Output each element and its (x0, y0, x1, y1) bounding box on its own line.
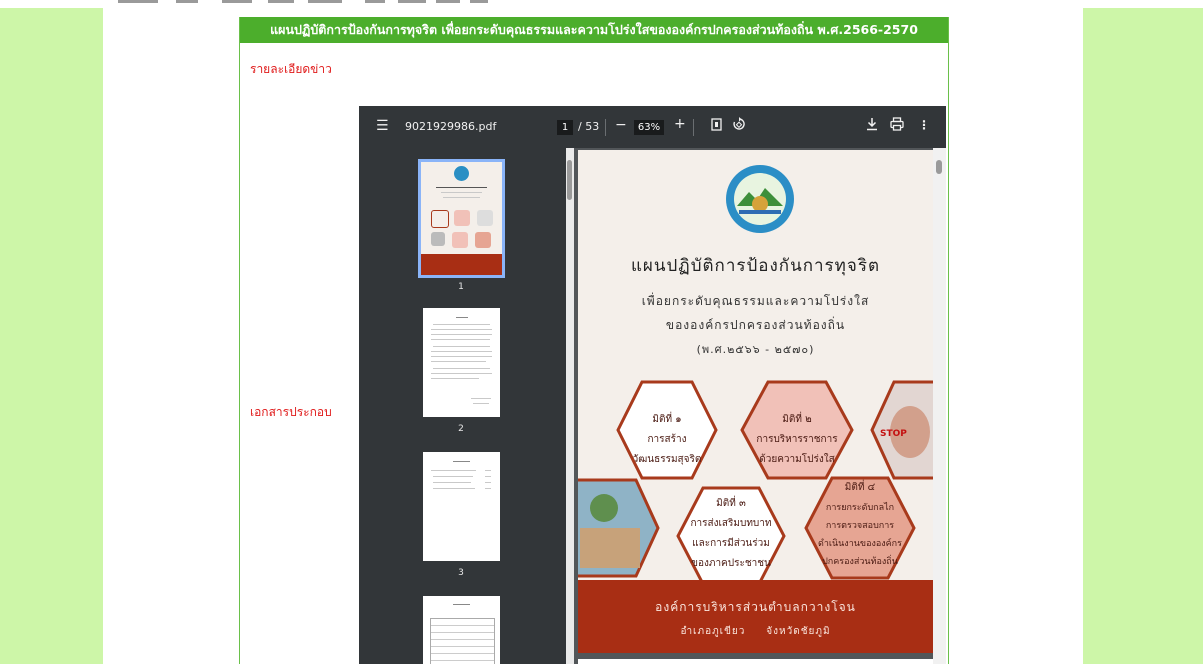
sidebar-scrollbar-thumb[interactable] (567, 160, 572, 200)
zoom-level[interactable]: 63% (634, 120, 664, 135)
thumbnail-number: 3 (458, 568, 464, 578)
doc-subtitle-2: ขององค์กรปกครองส่วนท้องถิ่น (665, 318, 846, 332)
top-strip (0, 0, 1203, 8)
dimension-1-line-1: การสร้าง (647, 434, 687, 445)
fit-page-icon[interactable] (711, 118, 722, 134)
dimension-1-line-2: วัฒนธรรมสุจริต (632, 454, 702, 465)
stop-corruption-image: STOP (870, 380, 933, 480)
document-scrollbar[interactable] (933, 148, 946, 664)
doc-subtitle-1: เพื่อยกระดับคุณธรรมและความโปร่งใส (641, 294, 870, 308)
dimension-4-line-3: ดำเนินงานขององค์กร (818, 539, 902, 549)
stop-text: STOP (880, 429, 907, 439)
doc-footer: องค์การบริหารส่วนตำบลกวางโจน อำเภอภูเขีย… (578, 580, 933, 653)
doc-title: แผนปฏิบัติการป้องกันการทุจริต (630, 256, 881, 276)
dimension-3-line-3: ของภาคประชาชน (691, 558, 771, 569)
doc-years: (พ.ศ.๒๕๖๖ - ๒๕๗๐) (696, 343, 815, 356)
dimension-3-line-2: และการมีส่วนร่วม (692, 538, 770, 549)
panel-title: แผนปฏิบัติการป้องกันการทุจริต เพื่อยกระด… (240, 17, 948, 43)
page-thumbnail[interactable] (418, 159, 505, 278)
org-name: องค์การบริหารส่วนตำบลกวางโจน (655, 600, 856, 614)
page-thumbnail[interactable] (423, 452, 500, 561)
pdf-toolbar: ☰ 9021929986.pdf 1 / 53 − 63% + ⋮ (359, 106, 946, 148)
sidebar-scrollbar[interactable] (566, 148, 574, 664)
page-number-input[interactable]: 1 (557, 120, 573, 135)
dimension-4-line-1: การยกระดับกลไก (825, 503, 895, 513)
more-icon[interactable]: ⋮ (918, 118, 930, 132)
attachment-label: เอกสารประกอบ (250, 405, 332, 419)
zoom-in-icon[interactable]: + (674, 116, 686, 132)
news-detail-label: รายละเอียดข่าว (250, 62, 332, 76)
dimension-2-line-2: ด้วยความโปร่งใส (759, 454, 835, 465)
page-thumbnail[interactable] (423, 596, 500, 664)
dimension-4-line-4: ปกครองส่วนท้องถิ่น (822, 557, 898, 567)
zoom-out-icon[interactable]: − (615, 117, 627, 133)
pdf-filename: 9021929986.pdf (405, 120, 497, 133)
org-seal-logo (725, 164, 795, 234)
print-icon[interactable] (890, 117, 904, 134)
dimension-3-title: มิติที่ ๓ (716, 498, 746, 509)
org-location: อำเภอภูเขียว จังหวัดชัยภูมิ (680, 626, 831, 637)
dimension-2-line-1: การบริหารราชการ (756, 434, 838, 445)
dimension-1-title: มิติที่ ๑ (652, 414, 682, 425)
download-icon[interactable] (866, 117, 878, 134)
dimension-4-title: มิติที่ ๔ (844, 482, 876, 493)
document-page-2 (578, 659, 933, 664)
thumbnail-number: 2 (458, 424, 464, 434)
rotate-icon[interactable] (732, 117, 746, 134)
thumbnail-number: 1 (458, 282, 464, 292)
document-page: แผนปฏิบัติการป้องกันการทุจริต เพื่อยกระด… (578, 150, 933, 653)
community-photo (578, 478, 660, 578)
dimension-2-title: มิติที่ ๒ (782, 414, 812, 425)
menu-icon[interactable]: ☰ (376, 118, 389, 134)
page-total: / 53 (578, 120, 600, 133)
dimension-3-line-1: การส่งเสริมบทบาท (690, 518, 772, 529)
pdf-viewer[interactable]: ☰ 9021929986.pdf 1 / 53 − 63% + ⋮ 1 2 3 … (359, 106, 946, 664)
page-thumbnail[interactable] (423, 308, 500, 417)
dimension-4-line-2: การตรวจสอบการ (825, 521, 895, 531)
